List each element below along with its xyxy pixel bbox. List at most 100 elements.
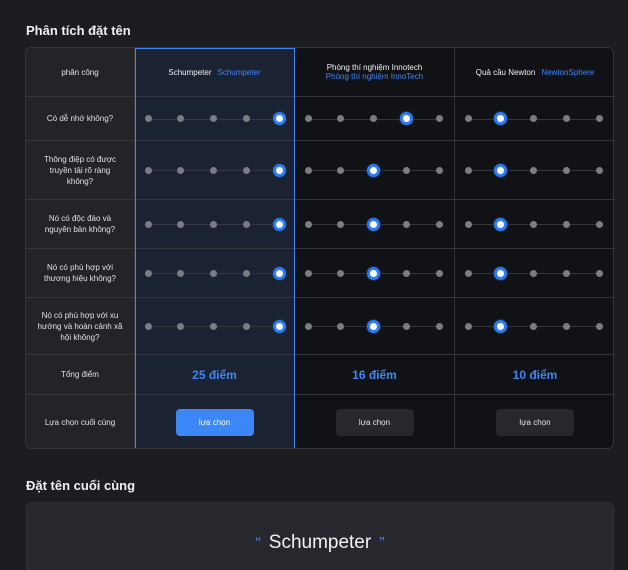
rating-option-selected[interactable] (494, 217, 508, 231)
rating-option[interactable] (304, 269, 312, 277)
rating-option[interactable] (337, 322, 345, 330)
rating-scale (295, 141, 454, 199)
rating-option[interactable] (242, 166, 250, 174)
rating-option[interactable] (402, 166, 410, 174)
rating-option[interactable] (402, 269, 410, 277)
rating-cell-2 (295, 97, 455, 140)
rating-option-selected[interactable] (494, 163, 508, 177)
header-label-cell: phân công (26, 48, 135, 96)
rating-option[interactable] (177, 220, 185, 228)
rating-option[interactable] (370, 115, 377, 122)
rating-option[interactable] (530, 115, 537, 122)
rating-option[interactable] (304, 166, 312, 174)
rating-option[interactable] (595, 220, 603, 228)
rating-option-selected[interactable] (494, 266, 508, 280)
candidate-header-1: Schumpeter Schumpeter (135, 48, 295, 96)
rating-option[interactable] (144, 220, 152, 228)
rating-option[interactable] (464, 322, 472, 330)
rating-option-selected[interactable] (272, 163, 286, 177)
rating-option[interactable] (595, 115, 603, 122)
rating-option[interactable] (177, 322, 185, 330)
rating-scale (455, 97, 613, 140)
criteria-label: Nó có phù hợp với thương hiệu không? (44, 263, 116, 283)
rating-option[interactable] (530, 220, 537, 228)
naming-analysis-table: phân công Schumpeter Schumpeter Phòng th… (25, 47, 614, 449)
rating-scale (295, 298, 454, 354)
rating-option[interactable] (210, 322, 217, 330)
final-name-display: “ Schumpeter ” (27, 532, 613, 554)
rating-option-selected[interactable] (367, 319, 380, 333)
rating-option[interactable] (210, 166, 217, 174)
rating-option[interactable] (402, 220, 410, 228)
rating-option[interactable] (337, 220, 345, 228)
rating-option[interactable] (337, 269, 345, 277)
rating-option-selected[interactable] (272, 266, 286, 280)
rating-option[interactable] (530, 322, 537, 330)
rating-option[interactable] (595, 322, 603, 330)
final-choice-label: Lựa chọn cuối cùng (44, 418, 116, 427)
rating-option-selected[interactable] (367, 163, 380, 177)
rating-option[interactable] (337, 115, 345, 122)
total-score-3: 10 điểm (455, 355, 613, 394)
rating-option[interactable] (304, 322, 312, 330)
rating-scale (295, 200, 454, 248)
header-row: phân công Schumpeter Schumpeter Phòng th… (26, 48, 613, 96)
rating-option-selected[interactable] (399, 112, 413, 125)
rating-option[interactable] (304, 115, 312, 122)
rating-option[interactable] (144, 269, 152, 277)
rating-option[interactable] (177, 269, 185, 277)
rating-option[interactable] (144, 166, 152, 174)
rating-option-selected[interactable] (272, 217, 286, 231)
select-button-1[interactable]: lựa chọn (175, 409, 254, 436)
rating-scale (135, 200, 294, 248)
candidate-name: Quả cầu Newton (475, 67, 536, 77)
rating-option[interactable] (242, 115, 250, 122)
rating-option[interactable] (210, 115, 217, 122)
rating-option[interactable] (562, 269, 570, 277)
quote-open: “ (255, 535, 261, 552)
candidate-alt-name: Phòng thí nghiệm InnoTech (325, 72, 424, 81)
rating-option-selected[interactable] (367, 266, 380, 280)
select-button-3[interactable]: lựa chọn (496, 409, 574, 436)
rating-option-selected[interactable] (272, 112, 286, 125)
criteria-row: Thông điệp có được truyền tải rõ ràng kh… (26, 140, 613, 199)
rating-option[interactable] (464, 269, 472, 277)
rating-option[interactable] (242, 322, 250, 330)
rating-option[interactable] (530, 166, 537, 174)
rating-option[interactable] (402, 322, 410, 330)
select-button-2[interactable]: lựa chọn (335, 409, 414, 436)
rating-option[interactable] (435, 322, 443, 330)
rating-option[interactable] (242, 220, 250, 228)
rating-option[interactable] (435, 115, 443, 122)
rating-option[interactable] (435, 269, 443, 277)
header-label: phân công (61, 67, 99, 77)
rating-option[interactable] (177, 115, 185, 122)
rating-option[interactable] (595, 166, 603, 174)
rating-option-selected[interactable] (367, 217, 380, 231)
rating-option[interactable] (177, 166, 185, 174)
rating-option[interactable] (464, 166, 472, 174)
rating-option[interactable] (304, 220, 312, 228)
rating-option[interactable] (242, 269, 250, 277)
rating-option[interactable] (210, 269, 217, 277)
rating-option[interactable] (595, 269, 603, 277)
rating-option[interactable] (562, 322, 570, 330)
rating-option-selected[interactable] (272, 319, 286, 333)
rating-option[interactable] (530, 269, 537, 277)
rating-cell-3 (455, 298, 613, 354)
rating-option[interactable] (210, 220, 217, 228)
rating-option-selected[interactable] (494, 319, 508, 333)
rating-option[interactable] (562, 166, 570, 174)
rating-option[interactable] (144, 322, 152, 330)
rating-option[interactable] (337, 166, 345, 174)
rating-option[interactable] (562, 220, 570, 228)
rating-option[interactable] (464, 115, 472, 122)
rating-option[interactable] (562, 115, 570, 122)
rating-option[interactable] (464, 220, 472, 228)
rating-option-selected[interactable] (494, 112, 508, 125)
candidate-name: Schumpeter (168, 67, 212, 77)
rating-option[interactable] (435, 166, 443, 174)
rating-option[interactable] (144, 115, 152, 122)
criteria-label: Thông điệp có được truyền tải rõ ràng kh… (44, 154, 116, 186)
rating-option[interactable] (435, 220, 443, 228)
